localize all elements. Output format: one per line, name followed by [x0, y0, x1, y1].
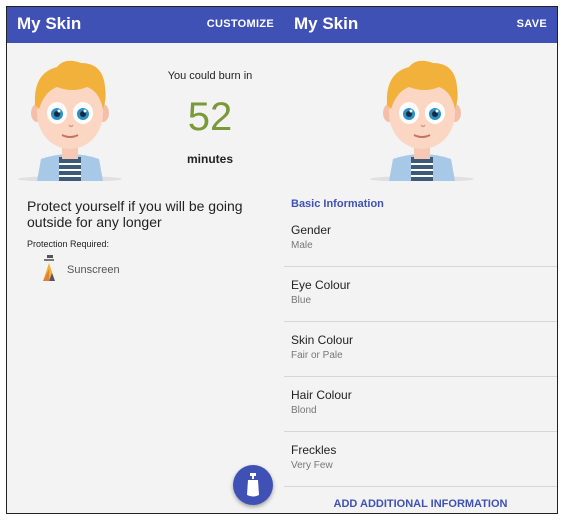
info-item-label: Eye Colour	[291, 278, 351, 292]
customize-button[interactable]: CUSTOMIZE	[207, 18, 274, 30]
burn-minutes-value: 52	[187, 95, 233, 139]
section-title-basic-information: Basic Information	[291, 198, 384, 210]
protection-message: Protect yourself if you will be going ou…	[27, 198, 243, 230]
protection-required-label: Protection Required:	[27, 239, 110, 249]
burn-time-screen: My Skin CUSTOMIZE You could burn in 52 m…	[7, 7, 284, 513]
info-item-value: Very Few	[291, 460, 333, 471]
app-bar: My Skin SAVE	[284, 7, 557, 43]
app-screenshot: My Skin CUSTOMIZE You could burn in 52 m…	[6, 6, 558, 514]
info-item-gender[interactable]: Gender Male	[284, 211, 557, 267]
app-bar: My Skin CUSTOMIZE	[7, 7, 284, 43]
avatar	[370, 60, 474, 181]
sunscreen-icon	[43, 255, 55, 281]
info-item-value: Male	[291, 240, 313, 251]
sunscreen-bottle-icon	[247, 473, 259, 497]
burn-minutes-unit: minutes	[186, 152, 233, 166]
info-item-label: Hair Colour	[291, 388, 352, 402]
protection-item-label: Sunscreen	[67, 264, 120, 276]
save-button[interactable]: SAVE	[517, 18, 547, 30]
info-item-label: Skin Colour	[291, 333, 354, 347]
add-additional-information-button[interactable]: ADD ADDITIONAL INFORMATION	[284, 498, 557, 510]
app-title: My Skin	[294, 14, 359, 33]
info-item-value: Fair or Pale	[291, 350, 343, 361]
avatar	[18, 60, 122, 181]
info-item-freckles[interactable]: Freckles Very Few	[284, 431, 557, 487]
add-protection-fab[interactable]	[233, 465, 273, 505]
app-title: My Skin	[17, 14, 82, 33]
burn-caption: You could burn in	[167, 70, 253, 82]
customize-screen: My Skin SAVE Basic Information Gender Ma…	[284, 7, 557, 513]
info-item-skin-colour[interactable]: Skin Colour Fair or Pale	[284, 321, 557, 377]
info-item-value: Blue	[291, 295, 312, 306]
info-item-hair-colour[interactable]: Hair Colour Blond	[284, 376, 557, 432]
info-item-label: Freckles	[291, 443, 337, 457]
protection-item-sunscreen: Sunscreen	[41, 255, 241, 283]
info-item-value: Blond	[291, 405, 317, 416]
info-item-label: Gender	[291, 223, 332, 237]
info-item-eye-colour[interactable]: Eye Colour Blue	[284, 266, 557, 322]
